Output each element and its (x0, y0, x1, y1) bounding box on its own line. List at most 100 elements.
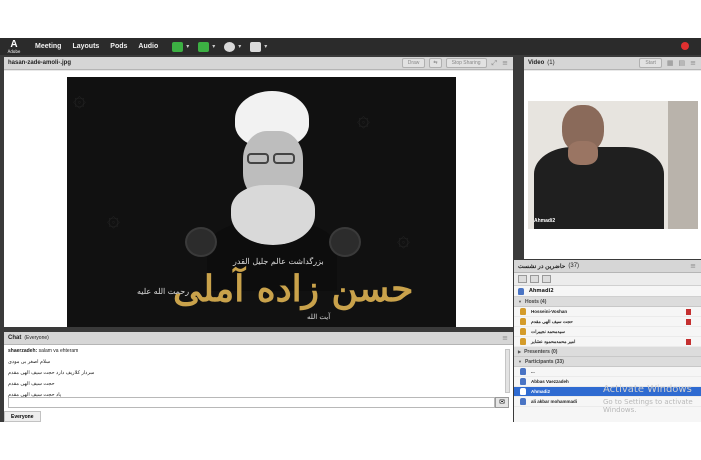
chat-pod-scope: (Everyone) (24, 335, 49, 341)
menu-layouts[interactable]: Layouts (72, 43, 99, 50)
presenters-header: Presenters (0) (524, 348, 558, 355)
grid-view-icon[interactable]: ▦ (667, 59, 674, 67)
host-row[interactable]: حجت سیف الهی مقدم (514, 317, 701, 327)
video-pod-header: Video (1) Start ▦ ▤ ≡ (524, 57, 701, 70)
attendees-toolbar (514, 273, 701, 286)
activate-windows-title: Activate Windows (603, 384, 692, 395)
image-line2: آیت الله (307, 313, 331, 321)
participant-name: ... (531, 369, 535, 374)
share-content: ۞ ۞ ۞ ۞ بزرگداشت عالم جلیل القدر رحمت ال… (4, 71, 513, 327)
camera-name: Ahmadi2 (534, 218, 556, 224)
video-pod-title: Video (528, 60, 545, 66)
status-icon (686, 309, 691, 315)
calligraphy-bg: ۞ (357, 107, 370, 132)
chat-pod-title: Chat (8, 335, 22, 341)
send-icon[interactable]: ✉ (495, 397, 509, 408)
host-row[interactable]: سیدمحمد نجیبرات (514, 327, 701, 337)
chevron-down-icon: ▾ (186, 43, 190, 50)
wall-shadow (668, 101, 698, 229)
draw-button[interactable]: Draw (401, 58, 426, 68)
host-icon (520, 328, 526, 335)
chevron-down-icon: ▾ (212, 43, 216, 50)
pod-menu-icon[interactable]: ≡ (502, 334, 508, 342)
glasses-left (247, 153, 269, 164)
chat-scrollbar[interactable] (505, 349, 510, 393)
chat-text: حجت سیف الهی مقدم (8, 381, 55, 387)
speaker-button[interactable]: ▾ (172, 41, 190, 52)
participants-header: Participants (33) (524, 358, 564, 365)
start-webcam-button[interactable]: Start (639, 58, 662, 68)
chat-input[interactable] (8, 397, 495, 408)
menu-meeting[interactable]: Meeting (35, 43, 61, 50)
list-view-icon[interactable] (518, 275, 527, 283)
hosts-header: Hosts (4) (524, 298, 547, 305)
raise-hand-icon (250, 41, 262, 52)
host-row[interactable]: Hosseini-Voshan (514, 307, 701, 317)
breakout-icon[interactable] (530, 275, 539, 283)
options-icon[interactable] (542, 275, 551, 283)
chat-text: سردار کلاریف دارد حجت سیف الهی مقدم (8, 370, 95, 376)
fullscreen-icon[interactable]: ⤢ (492, 59, 498, 68)
microphone-icon (198, 41, 210, 52)
participants-group[interactable]: ▼ Participants (33) (514, 357, 701, 367)
attendees-pod-count: (37) (568, 263, 580, 269)
user-icon (518, 287, 524, 295)
webcam-icon (224, 41, 236, 52)
host-name: Hosseini-Voshan (531, 309, 568, 314)
menu-audio[interactable]: Audio (138, 43, 158, 50)
chat-tab-everyone[interactable]: Everyone (4, 411, 41, 422)
participant-icon (520, 388, 526, 395)
host-row[interactable]: امیر محمدمحمود عشایر (514, 337, 701, 347)
camera-feed[interactable]: Ahmadi2 (528, 101, 698, 229)
participant-icon (520, 398, 526, 405)
raise-hand-button[interactable]: ▾ (250, 41, 268, 52)
pod-menu-icon[interactable]: ≡ (690, 59, 696, 67)
chat-message: سردار کلاریف دارد حجت سیف الهی مقدم (8, 370, 94, 376)
flower-left (185, 227, 217, 257)
video-content: Ahmadi2 (524, 71, 701, 259)
person-body (534, 147, 664, 229)
calligraphy-bg: ۞ (397, 227, 410, 252)
adobe-logo: A Adobe (4, 38, 24, 55)
pod-menu-icon[interactable]: ≡ (690, 262, 696, 270)
flower-right (329, 227, 361, 257)
person-hand (568, 141, 598, 165)
hosts-group[interactable]: ▼ Hosts (4) (514, 297, 701, 307)
host-name: امیر محمدمحمود عشایر (531, 338, 576, 344)
sync-button[interactable]: ⇆ (429, 58, 442, 68)
activate-windows-subtitle: Go to Settings to activate Windows. (603, 398, 693, 414)
pod-menu-icon[interactable]: ≡ (502, 59, 508, 67)
participant-icon (520, 378, 526, 385)
chevron-down-icon: ▾ (264, 43, 268, 50)
webcam-button[interactable]: ▾ (224, 41, 241, 52)
video-pod: Video (1) Start ▦ ▤ ≡ Ahmadi2 (524, 57, 701, 259)
status-icon (686, 339, 691, 345)
calligraphy-bg: ۞ (107, 207, 120, 232)
triangle-down-icon: ▼ (518, 359, 522, 364)
logo-sub: Adobe (7, 48, 21, 54)
filmstrip-view-icon[interactable]: ▤ (679, 59, 686, 67)
share-pod-title: hasan-zade-amoli-.jpg (8, 60, 72, 66)
image-line1: بزرگداشت عالم جلیل القدر (233, 257, 324, 266)
participant-name: ali akbar mohammadi (531, 399, 578, 404)
participant-row[interactable]: ... (514, 367, 701, 377)
stop-sharing-button[interactable]: Stop Sharing (445, 58, 487, 68)
my-status-row[interactable]: Ahmadi2 (514, 286, 701, 297)
host-name: حجت سیف الهی مقدم (531, 318, 573, 324)
mic-button[interactable]: ▾ (198, 41, 216, 52)
presenters-group[interactable]: ▶ Presenters (0) (514, 347, 701, 357)
record-icon[interactable] (681, 42, 689, 50)
menu-bar: A Adobe Meeting Layouts Pods Audio ▾ ▾ ▾… (0, 38, 701, 55)
logo-letter: A (10, 38, 18, 50)
calligraphy-bg: ۞ (73, 87, 86, 112)
my-name: Ahmadi2 (529, 288, 554, 294)
menu-pods[interactable]: Pods (110, 43, 127, 50)
participant-name: Ahmadi2 (531, 389, 551, 394)
chat-text: سلام اصغر بی مودی (8, 359, 51, 365)
chat-sender: shaerzadeh: (8, 348, 38, 354)
image-title: حسن زاده آملی (173, 268, 414, 310)
chat-message: حجت سیف الهی مقدم (8, 381, 55, 387)
host-icon (520, 308, 526, 315)
triangle-down-icon: ▼ (518, 299, 522, 304)
chat-message: shaerzadeh: salam va ehteram (8, 348, 78, 354)
